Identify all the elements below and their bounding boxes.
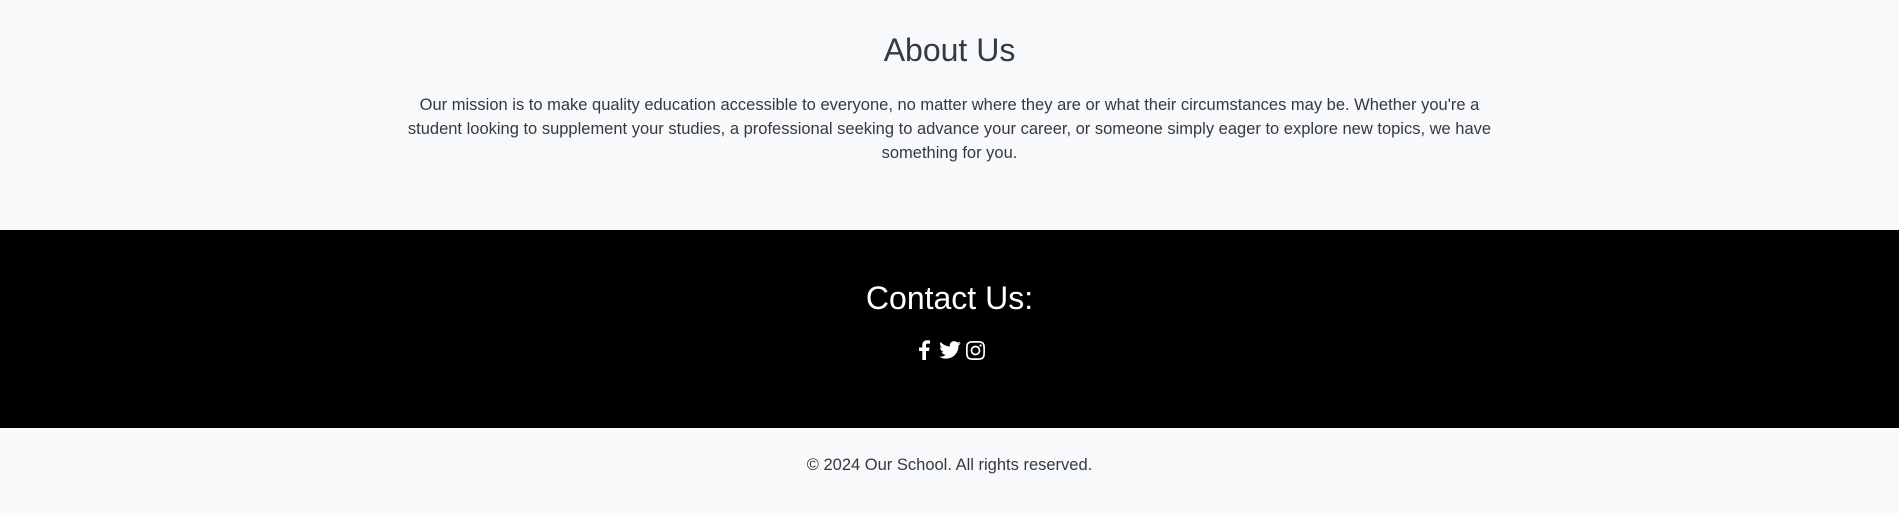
contact-title: Contact Us: [865,280,1034,316]
twitter-link[interactable] [938,338,961,362]
instagram-link[interactable] [965,338,987,362]
about-title: About Us [883,32,1016,68]
social-links [0,338,1899,362]
twitter-icon [938,341,961,359]
about-text: Our mission is to make quality education… [407,96,1492,162]
facebook-icon [918,340,930,360]
copyright-text: © 2024 Our School. All rights reserved. [806,456,1093,474]
about-section: About Us Our mission is to make quality … [0,0,1899,230]
footer: © 2024 Our School. All rights reserved. [0,428,1899,513]
contact-section: Contact Us: [0,230,1899,428]
instagram-icon [966,340,985,360]
facebook-link[interactable] [913,338,935,362]
